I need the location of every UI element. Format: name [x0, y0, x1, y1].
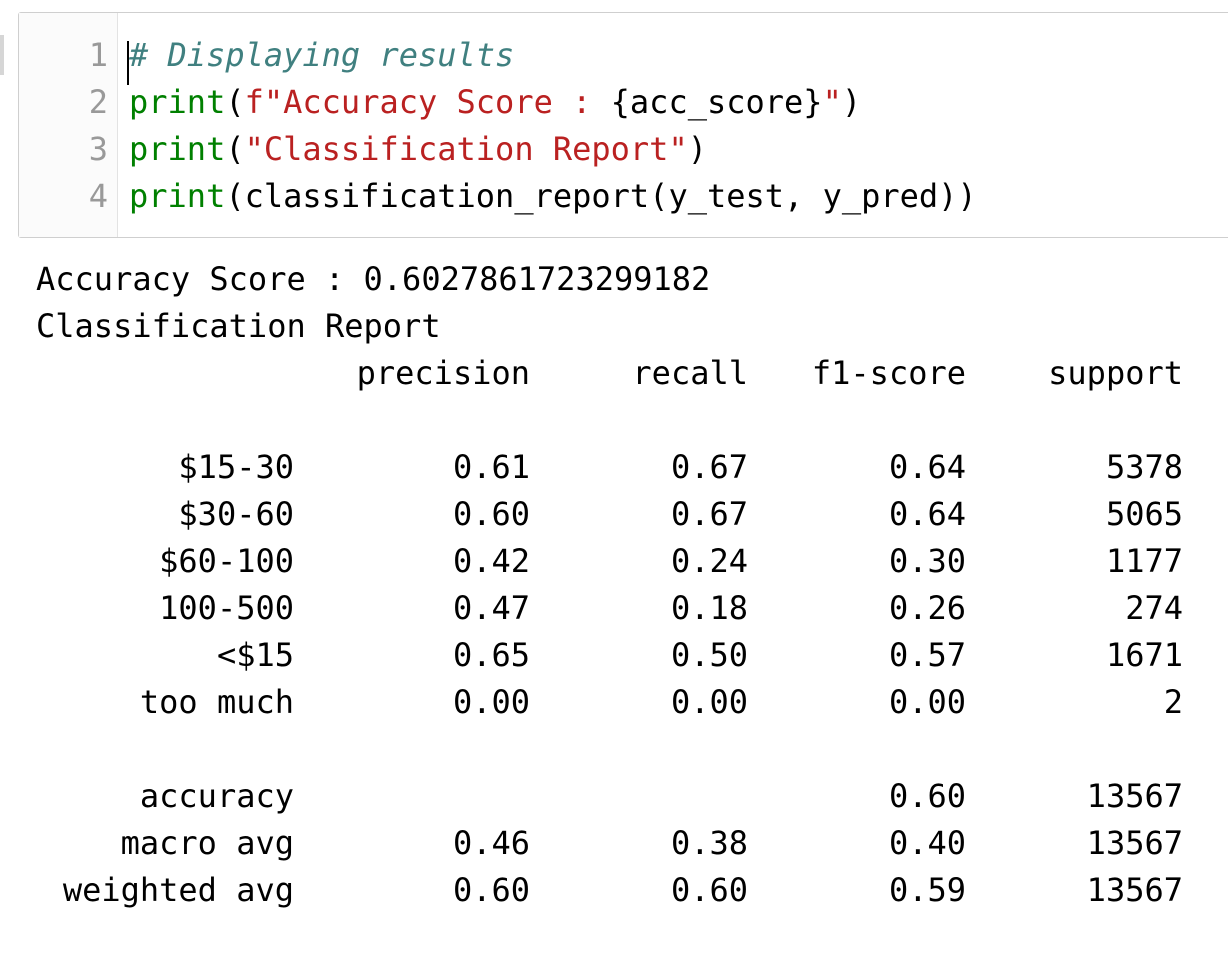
recall-value: 0.60 — [670, 871, 748, 909]
code-token: {acc_score} — [610, 83, 823, 121]
support-value: 5065 — [1105, 495, 1183, 533]
class-rows: $15-30 0.61 0.67 0.64 5378 $30-60 0.60 0.67 0.64… — [36, 444, 1183, 726]
line-number: 4 — [88, 177, 108, 215]
f1-score-value: 0.00 — [888, 683, 966, 721]
summary-report-row: accuracy 0.60 13567 — [36, 773, 1183, 820]
report-title-line: Classification Report — [36, 307, 441, 345]
code-line: print(classification_report(y_test, y_pr… — [129, 173, 977, 220]
f1-score-value: 0.57 — [888, 636, 966, 674]
report-header-row: precision recall f1-score support — [36, 350, 1183, 397]
cell-output: Accuracy Score : 0.6027861723299182 Clas… — [36, 256, 1183, 914]
recall-value: 0.00 — [670, 683, 748, 721]
support-value: 13567 — [1086, 871, 1183, 909]
row-label: $15-30 — [178, 448, 294, 486]
code-token: ) — [841, 83, 862, 121]
header-support: support — [1048, 354, 1183, 392]
support-value: 274 — [1125, 589, 1183, 627]
summary-report-row: weighted avg 0.60 0.60 0.59 13567 — [36, 867, 1183, 914]
class-report-row: $30-60 0.60 0.67 0.64 5065 — [36, 491, 1183, 538]
support-value: 5378 — [1105, 448, 1183, 486]
f1-score-value: 0.26 — [888, 589, 966, 627]
row-label: $30-60 — [178, 495, 294, 533]
recall-value: 0.38 — [670, 824, 748, 862]
row-label: <$15 — [216, 636, 294, 674]
line-number-gutter: 1 2 3 4 — [19, 13, 118, 237]
cell-selection-marker — [0, 35, 4, 75]
code-cell[interactable]: 1 2 3 4 # Displaying results print(f"Accu… — [18, 12, 1228, 238]
class-report-row: <$15 0.65 0.50 0.57 1671 — [36, 632, 1183, 679]
precision-value: 0.61 — [452, 448, 530, 486]
support-value: 13567 — [1086, 777, 1183, 815]
header-f1-score: f1-score — [811, 354, 966, 392]
f1-score-value: 0.30 — [888, 542, 966, 580]
recall-value — [530, 773, 748, 820]
precision-value: 0.65 — [452, 636, 530, 674]
class-report-row: $60-100 0.42 0.24 0.30 1177 — [36, 538, 1183, 585]
support-value: 1671 — [1105, 636, 1183, 674]
code-token: print — [129, 83, 226, 121]
line-number: 3 — [88, 130, 108, 168]
precision-value: 0.42 — [452, 542, 530, 580]
line-number: 2 — [88, 83, 108, 121]
summary-rows: accuracy 0.60 13567 macro avg 0.46 0.38 0.40 13… — [36, 773, 1183, 914]
f1-score-value: 0.60 — [888, 777, 966, 815]
summary-report-row: macro avg 0.46 0.38 0.40 13567 — [36, 820, 1183, 867]
header-label — [36, 350, 294, 397]
class-report-row: too much 0.00 0.00 0.00 2 — [36, 679, 1183, 726]
code-token: f"Accuracy Score : — [244, 83, 611, 121]
f1-score-value: 0.64 — [888, 448, 966, 486]
precision-value: 0.00 — [452, 683, 530, 721]
code-token: print — [129, 130, 226, 168]
support-value: 1177 — [1105, 542, 1183, 580]
row-label: macro avg — [120, 824, 294, 862]
recall-value: 0.18 — [670, 589, 748, 627]
precision-value: 0.46 — [452, 824, 530, 862]
row-label: accuracy — [139, 777, 294, 815]
precision-value: 0.60 — [452, 871, 530, 909]
class-report-row: 100-500 0.47 0.18 0.26 274 — [36, 585, 1183, 632]
precision-value: 0.47 — [452, 589, 530, 627]
code-token: print — [129, 177, 226, 215]
code-token: ( — [225, 130, 245, 168]
precision-value: 0.60 — [452, 495, 530, 533]
code-token: # Displaying results — [129, 36, 515, 74]
recall-value: 0.67 — [670, 495, 748, 533]
row-label: 100-500 — [159, 589, 294, 627]
code-token: "Classification Report" — [244, 130, 688, 168]
line-number: 1 — [88, 36, 108, 74]
code-token: ( — [225, 83, 245, 121]
code-token: " — [822, 83, 842, 121]
code-line: print(f"Accuracy Score : {acc_score}") — [129, 79, 861, 126]
recall-value: 0.24 — [670, 542, 748, 580]
class-report-row: $15-30 0.61 0.67 0.64 5378 — [36, 444, 1183, 491]
header-recall: recall — [632, 354, 748, 392]
recall-value: 0.50 — [670, 636, 748, 674]
accuracy-score-line: Accuracy Score : 0.6027861723299182 — [36, 260, 711, 298]
f1-score-value: 0.64 — [888, 495, 966, 533]
f1-score-value: 0.40 — [888, 824, 966, 862]
code-token: (classification_report(y_test, y_pred)) — [225, 177, 977, 215]
precision-value — [294, 773, 530, 820]
code-line: print("Classification Report") — [129, 126, 707, 173]
header-precision: precision — [356, 354, 530, 392]
code-token: ) — [687, 130, 707, 168]
row-label: too much — [139, 683, 294, 721]
row-label: weighted avg — [62, 871, 294, 909]
f1-score-value: 0.59 — [888, 871, 966, 909]
row-label: $60-100 — [159, 542, 294, 580]
support-value: 13567 — [1086, 824, 1183, 862]
recall-value: 0.67 — [670, 448, 748, 486]
code-line: # Displaying results — [129, 32, 514, 79]
support-value: 2 — [1163, 683, 1183, 721]
